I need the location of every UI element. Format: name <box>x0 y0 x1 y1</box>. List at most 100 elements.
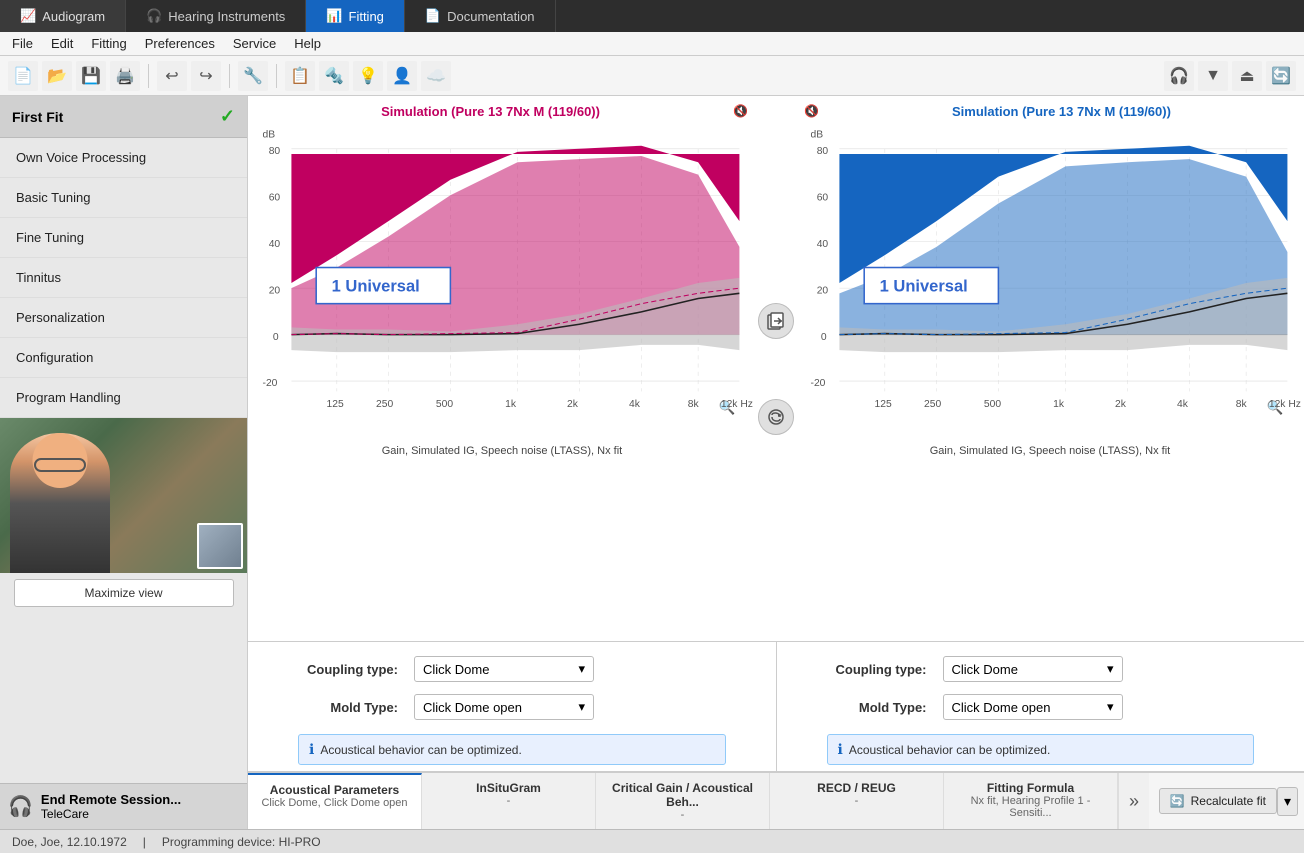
copy-button[interactable] <box>758 303 794 339</box>
tool2-button[interactable]: 🔩 <box>319 61 349 91</box>
probe-button[interactable]: 🔧 <box>238 61 268 91</box>
svg-text:4k: 4k <box>1177 399 1189 410</box>
menu-preferences[interactable]: Preferences <box>137 34 223 53</box>
menu-fitting[interactable]: Fitting <box>83 34 134 53</box>
sidebar-item-own-voice[interactable]: Own Voice Processing <box>0 138 247 178</box>
maximize-view-button[interactable]: Maximize view <box>14 579 234 607</box>
svg-text:4k: 4k <box>629 399 641 410</box>
tool5-button[interactable]: ☁️ <box>421 61 451 91</box>
left-mold-chevron: ▾ <box>578 699 585 715</box>
right-coupling-select[interactable]: Click Dome ▾ <box>943 656 1123 682</box>
svg-text:1 Universal: 1 Universal <box>332 277 420 295</box>
audiogram-icon: 📈 <box>20 8 36 24</box>
sidebar-item-personalization[interactable]: Personalization <box>0 298 247 338</box>
tab-fitting[interactable]: 📊 Fitting <box>306 0 405 32</box>
left-mold-row: Mold Type: Click Dome open ▾ <box>258 690 766 728</box>
svg-text:80: 80 <box>269 146 281 157</box>
tab-insitugram[interactable]: InSituGram - <box>422 773 596 829</box>
right-chart-svg: dB 80 60 40 20 0 -20 <box>796 123 1304 443</box>
svg-text:20: 20 <box>269 285 281 296</box>
middle-buttons <box>756 96 796 641</box>
recalculate-dropdown[interactable]: ▾ <box>1277 787 1298 816</box>
right-coupling-chevron: ▾ <box>1107 661 1114 677</box>
menu-bar: File Edit Fitting Preferences Service He… <box>0 32 1304 56</box>
svg-text:500: 500 <box>436 399 453 410</box>
undo-button[interactable]: ↩ <box>157 61 187 91</box>
tab-hearing-instruments[interactable]: 🎧 Hearing Instruments <box>126 0 306 32</box>
headset-button[interactable]: 🎧 <box>1164 61 1194 91</box>
device-info: Programming device: HI-PRO <box>162 835 321 849</box>
tab-documentation[interactable]: 📄 Documentation <box>405 0 556 32</box>
svg-text:0: 0 <box>821 332 827 343</box>
tab-recd[interactable]: RECD / REUG - <box>770 773 944 829</box>
content-area: Simulation (Pure 13 7Nx M (119/60)) 🔇 dB… <box>248 96 1304 829</box>
left-chart-title: Simulation (Pure 13 7Nx M (119/60)) 🔇 <box>248 100 756 123</box>
check-icon: ✓ <box>220 106 235 127</box>
svg-text:80: 80 <box>817 146 829 157</box>
tool4-button[interactable]: 👤 <box>387 61 417 91</box>
left-mold-label: Mold Type: <box>298 700 398 715</box>
left-db-label: dB <box>263 129 276 140</box>
tool3-button[interactable]: 💡 <box>353 61 383 91</box>
exit-button[interactable]: ⏏ <box>1232 61 1262 91</box>
svg-text:-20: -20 <box>811 378 826 389</box>
left-coupling-select[interactable]: Click Dome ▾ <box>414 656 594 682</box>
left-mute-icon[interactable]: 🔇 <box>733 104 748 118</box>
left-info-bar: ℹ Acoustical behavior can be optimized. <box>298 734 726 765</box>
right-chart-title: 🔇 Simulation (Pure 13 7Nx M (119/60)) <box>796 100 1304 123</box>
sidebar: First Fit ✓ Own Voice Processing Basic T… <box>0 96 248 829</box>
menu-help[interactable]: Help <box>286 34 329 53</box>
remote-session-section[interactable]: 🎧 End Remote Session... TeleCare <box>0 783 247 829</box>
left-coupling-chevron: ▾ <box>578 661 585 677</box>
print-button[interactable]: 🖨️ <box>110 61 140 91</box>
right-mold-chevron: ▾ <box>1107 699 1114 715</box>
sidebar-item-fine-tuning[interactable]: Fine Tuning <box>0 218 247 258</box>
new-button[interactable]: 📄 <box>8 61 38 91</box>
tool1-button[interactable]: 📋 <box>285 61 315 91</box>
tab-critical-gain[interactable]: Critical Gain / Acoustical Beh... - <box>596 773 770 829</box>
menu-file[interactable]: File <box>4 34 41 53</box>
right-chart-panel: 🔇 Simulation (Pure 13 7Nx M (119/60)) dB… <box>796 96 1304 641</box>
open-button[interactable]: 📂 <box>42 61 72 91</box>
status-bar: Doe, Joe, 12.10.1972 | Programming devic… <box>0 829 1304 853</box>
svg-text:2k: 2k <box>567 399 579 410</box>
left-chart-panel: Simulation (Pure 13 7Nx M (119/60)) 🔇 dB… <box>248 96 756 641</box>
sidebar-item-program-handling[interactable]: Program Handling <box>0 378 247 418</box>
save-button[interactable]: 💾 <box>76 61 106 91</box>
patient-photo <box>0 418 247 573</box>
recalculate-button[interactable]: 🔄 Recalculate fit <box>1159 788 1277 814</box>
charts-row: Simulation (Pure 13 7Nx M (119/60)) 🔇 dB… <box>248 96 1304 642</box>
sync-button[interactable] <box>758 399 794 435</box>
fitting-icon: 📊 <box>326 8 342 24</box>
svg-text:125: 125 <box>875 399 892 410</box>
person-glasses <box>34 458 86 472</box>
tab-fitting-formula[interactable]: Fitting Formula Nx fit, Hearing Profile … <box>944 773 1118 829</box>
left-mold-select[interactable]: Click Dome open ▾ <box>414 694 594 720</box>
svg-text:1k: 1k <box>505 399 517 410</box>
tab-audiogram[interactable]: 📈 Audiogram <box>0 0 126 32</box>
sidebar-header: First Fit ✓ <box>0 96 247 138</box>
svg-text:1k: 1k <box>1053 399 1065 410</box>
svg-text:250: 250 <box>924 399 941 410</box>
menu-edit[interactable]: Edit <box>43 34 81 53</box>
right-chart-label: Gain, Simulated IG, Speech noise (LTASS)… <box>796 443 1304 459</box>
sidebar-item-basic-tuning[interactable]: Basic Tuning <box>0 178 247 218</box>
sidebar-item-configuration[interactable]: Configuration <box>0 338 247 378</box>
left-coupling-panel: Coupling type: Click Dome ▾ Mold Type: C… <box>248 642 776 771</box>
svg-text:20: 20 <box>817 285 829 296</box>
dropdown-button[interactable]: ▼ <box>1198 61 1228 91</box>
refresh-button[interactable]: 🔄 <box>1266 61 1296 91</box>
right-mold-select[interactable]: Click Dome open ▾ <box>943 694 1123 720</box>
collapse-tabs-button[interactable]: » <box>1118 773 1149 829</box>
title-bar: 📈 Audiogram 🎧 Hearing Instruments 📊 Fitt… <box>0 0 1304 32</box>
svg-text:125: 125 <box>327 399 344 410</box>
person-silhouette <box>10 433 110 573</box>
svg-text:0: 0 <box>273 332 279 343</box>
right-mute-icon[interactable]: 🔇 <box>804 104 819 118</box>
menu-service[interactable]: Service <box>225 34 284 53</box>
svg-text:8k: 8k <box>1236 399 1248 410</box>
svg-text:500: 500 <box>984 399 1001 410</box>
sidebar-item-tinnitus[interactable]: Tinnitus <box>0 258 247 298</box>
tab-acoustical-parameters[interactable]: Acoustical Parameters Click Dome, Click … <box>248 773 422 829</box>
redo-button[interactable]: ↪ <box>191 61 221 91</box>
